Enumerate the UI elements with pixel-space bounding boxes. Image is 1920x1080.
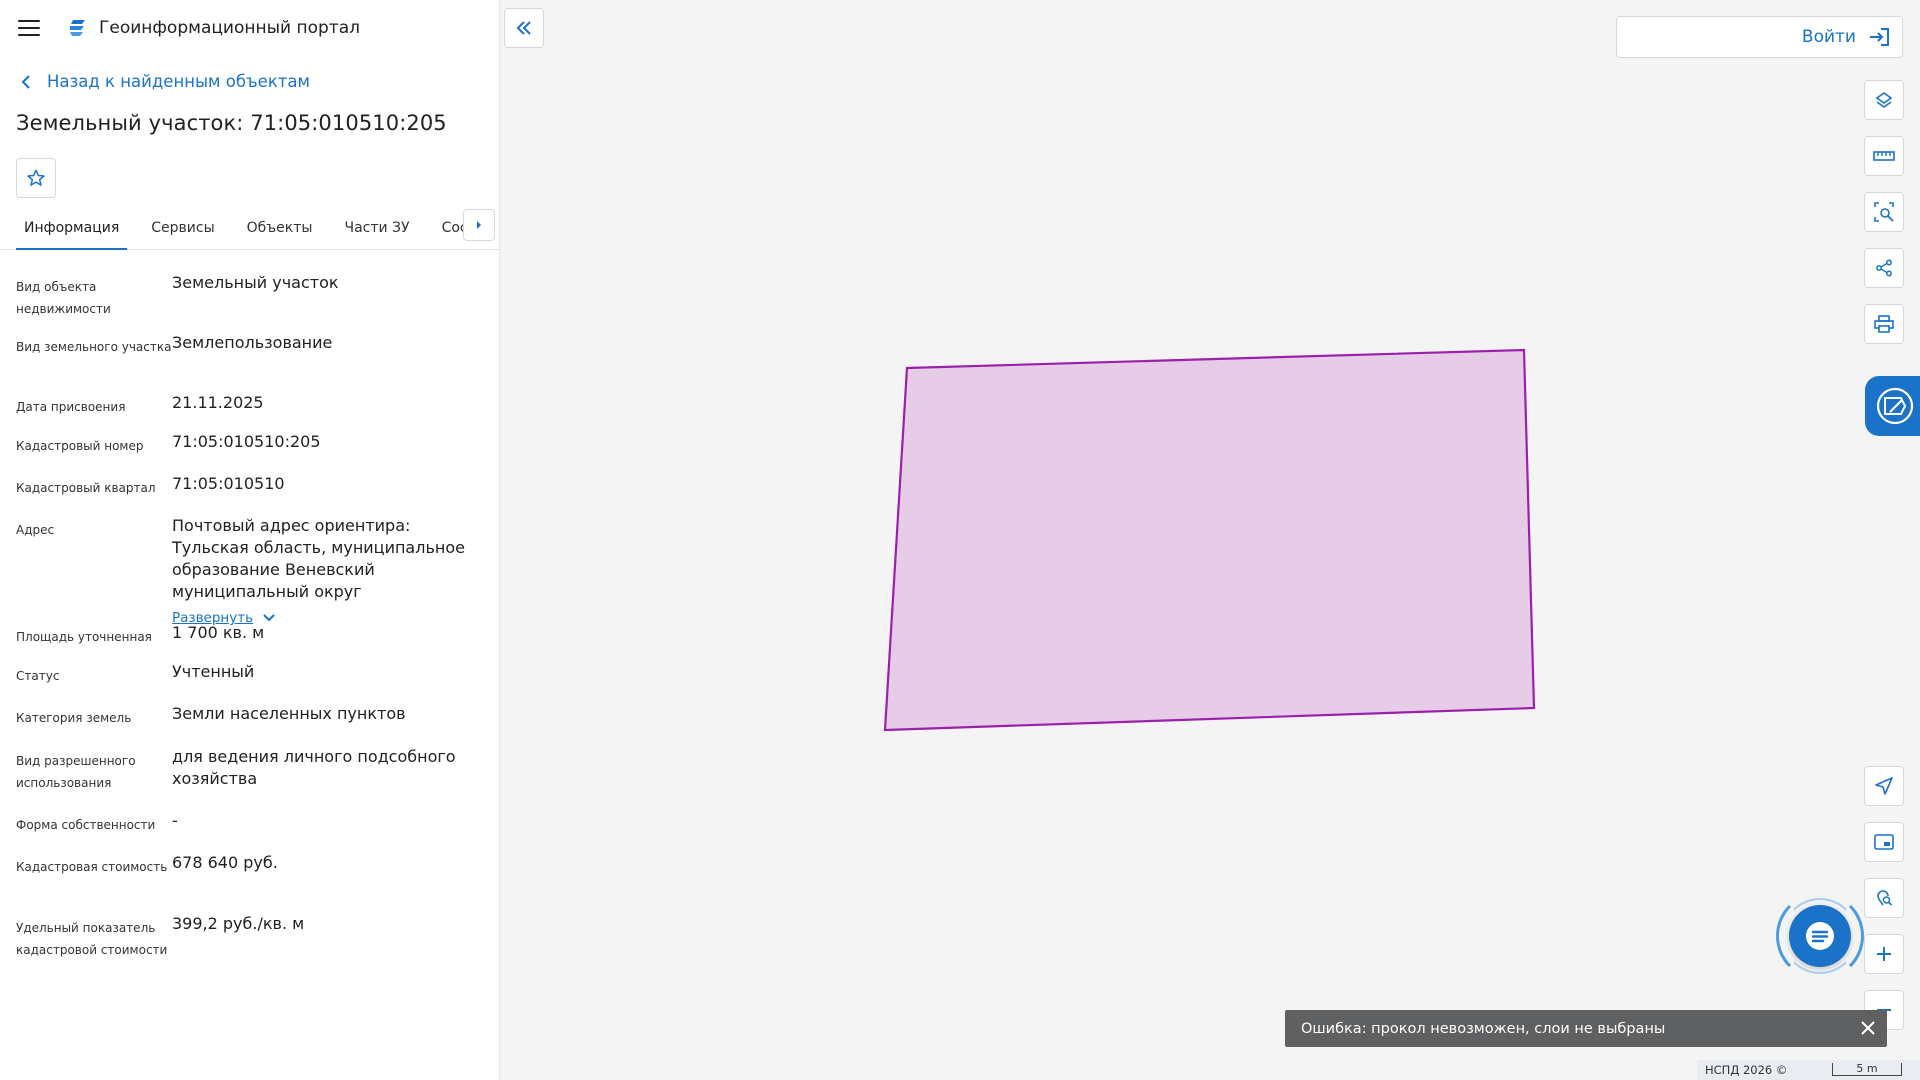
measure-button[interactable] xyxy=(1864,136,1904,176)
share-icon xyxy=(1876,259,1892,277)
share-button[interactable] xyxy=(1864,248,1904,288)
toast-message: Ошибка: прокол невозможен, слои не выбра… xyxy=(1301,1020,1666,1037)
location-search-icon xyxy=(1877,890,1893,906)
login-label: Войти xyxy=(1801,27,1856,47)
chat-support-button[interactable] xyxy=(1776,892,1864,980)
print-button[interactable] xyxy=(1864,304,1904,344)
area-search-button[interactable] xyxy=(1864,192,1904,232)
close-icon[interactable] xyxy=(1859,1019,1877,1037)
map-pen-icon xyxy=(1876,387,1914,425)
double-chevron-left-icon xyxy=(516,21,531,35)
navigation-arrow-icon xyxy=(1875,777,1893,795)
layers-button[interactable] xyxy=(1864,80,1904,120)
login-icon xyxy=(1870,28,1889,46)
printer-icon xyxy=(1874,315,1894,333)
ruler-icon xyxy=(1873,151,1895,161)
map-footer: НСПД 2026 © 5 m xyxy=(1697,1060,1920,1080)
land-parcel-polygon[interactable] xyxy=(883,348,1536,732)
chat-ring-decoration-inner xyxy=(1782,898,1858,974)
collapse-panel-button[interactable] xyxy=(504,8,544,48)
login-button[interactable]: Войти xyxy=(1616,16,1903,58)
plus-icon xyxy=(1877,947,1891,961)
scale-bar: 5 m xyxy=(1832,1063,1902,1076)
geolocation-search-button[interactable] xyxy=(1864,878,1904,918)
copyright-text: НСПД 2026 © xyxy=(1705,1063,1788,1077)
layers-icon xyxy=(1875,92,1893,108)
error-toast: Ошибка: прокол невозможен, слои не выбра… xyxy=(1285,1010,1887,1047)
external-service-button[interactable] xyxy=(1865,376,1920,436)
minimap-button[interactable] xyxy=(1864,822,1904,862)
map-canvas[interactable] xyxy=(0,0,1920,1080)
locate-me-button[interactable] xyxy=(1864,766,1904,806)
select-area-icon xyxy=(1874,202,1894,222)
picture-in-picture-icon xyxy=(1874,834,1894,850)
zoom-in-button[interactable] xyxy=(1864,934,1904,974)
